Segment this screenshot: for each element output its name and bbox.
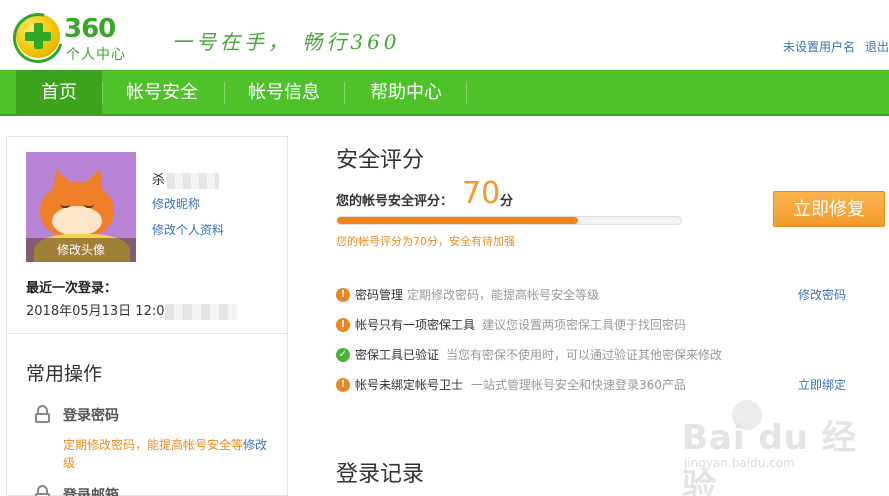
check-icon: ✓: [336, 348, 350, 362]
change-avatar-button[interactable]: 修改头像: [26, 238, 136, 262]
bind-now-action[interactable]: 立即绑定: [798, 376, 846, 394]
login-records-title: 登录记录: [336, 462, 425, 487]
op-login-email: 登录邮箱: [63, 488, 119, 496]
logo-plus-icon: [3, 3, 73, 73]
username-link[interactable]: 未设置用户名: [783, 40, 855, 54]
security-score-title: 安全评分: [336, 148, 425, 173]
tip-row: ! 密码管理 定期修改密码，能提高帐号安全等级 修改密码: [336, 286, 856, 304]
username-mosaic: [167, 172, 220, 189]
score-progress-fill: [337, 217, 578, 224]
login-time-mosaic: [164, 303, 237, 320]
op-login-password-desc: 定期修改密码，能提高帐号安全等级: [63, 438, 244, 470]
lock-icon: [35, 405, 50, 423]
divider: [7, 333, 287, 334]
edit-profile-link[interactable]: 修改个人资料: [152, 221, 224, 238]
edit-nickname-link[interactable]: 修改昵称: [152, 195, 200, 212]
avatar[interactable]: 修改头像: [26, 152, 136, 262]
nav-divider: [224, 82, 225, 104]
warning-icon: !: [336, 318, 350, 332]
warning-icon: !: [336, 378, 350, 392]
modify-password-link[interactable]: 修改: [243, 436, 267, 453]
tip-desc: 建议您设置两项密保工具便于找回密码: [482, 318, 687, 332]
warning-icon: !: [336, 288, 350, 302]
username-text: 杀: [152, 173, 166, 188]
nav-item-help-center[interactable]: 帮助中心: [350, 70, 462, 116]
tip-title: 帐号未绑定帐号卫士: [355, 378, 464, 392]
op-login-password: 登录密码: [63, 408, 119, 424]
fix-now-button[interactable]: 立即修复: [773, 191, 885, 227]
tip-desc: 当您有密保不使用时，可以通过验证其他密保来修改: [446, 348, 723, 362]
nav-divider: [344, 82, 345, 104]
nav-item-account-security[interactable]: 帐号安全: [106, 70, 218, 116]
logout-link[interactable]: 退出: [865, 40, 889, 54]
nav-item-home[interactable]: 首页: [16, 70, 102, 116]
tip-row: ! 帐号未绑定帐号卫士 一站式管理帐号安全和快速登录360产品 立即绑定: [336, 376, 856, 394]
tip-title: 密码管理: [355, 288, 404, 302]
score-note: 您的帐号评分为70分，安全有待加强: [336, 235, 515, 248]
header: 360 个人中心 一号在手， 畅行360 未设置用户名 退出: [0, 0, 889, 73]
baidu-jingyan-watermark: Bai du 经验 jingyan.baidu.com: [676, 400, 866, 496]
watermark-brand: Bai du 经验: [682, 418, 857, 496]
tip-title: 密保工具已验证: [355, 348, 440, 362]
tip-title: 帐号只有一项密保工具: [355, 318, 476, 332]
modify-password-action[interactable]: 修改密码: [798, 286, 846, 304]
username: 杀: [152, 169, 220, 189]
main-nav: 首页 帐号安全 帐号信息 帮助中心: [0, 70, 889, 116]
logo-subtitle: 个人中心: [66, 47, 126, 63]
nav-divider: [466, 82, 467, 104]
tip-desc: 一站式管理帐号安全和快速登录360产品: [471, 378, 686, 392]
common-ops-title: 常用操作: [26, 363, 103, 385]
score-progress-bar: [336, 216, 682, 225]
top-links: 未设置用户名 退出: [773, 38, 889, 55]
watermark-url: jingyan.baidu.com: [684, 456, 795, 470]
slogan: 一号在手， 畅行360: [172, 30, 401, 54]
last-login-label: 最近一次登录：: [26, 281, 118, 296]
score-label: 您的帐号安全评分：: [336, 194, 454, 209]
score-unit: 分: [500, 194, 514, 209]
tip-desc: 定期修改密码，能提高帐号安全等级: [407, 288, 600, 302]
nav-item-account-info[interactable]: 帐号信息: [228, 70, 340, 116]
logo-360[interactable]: 360 个人中心: [3, 3, 146, 73]
last-login-time: 2018年05月13日 12:0: [26, 304, 165, 319]
last-login-value: 2018年05月13日 12:0: [26, 300, 237, 320]
logo-number: 360: [64, 14, 116, 44]
profile-panel: 修改头像 杀 修改昵称 修改个人资料 最近一次登录： 2018年05月13日 1…: [6, 136, 288, 496]
tip-row: ! 帐号只有一项密保工具 建议您设置两项密保工具便于找回密码: [336, 316, 856, 334]
lock-icon: [35, 485, 50, 496]
score-value: 70: [462, 176, 501, 211]
nav-divider: [102, 82, 103, 104]
tip-row: ✓ 密保工具已验证 当您有密保不使用时，可以通过验证其他密保来修改: [336, 346, 856, 364]
